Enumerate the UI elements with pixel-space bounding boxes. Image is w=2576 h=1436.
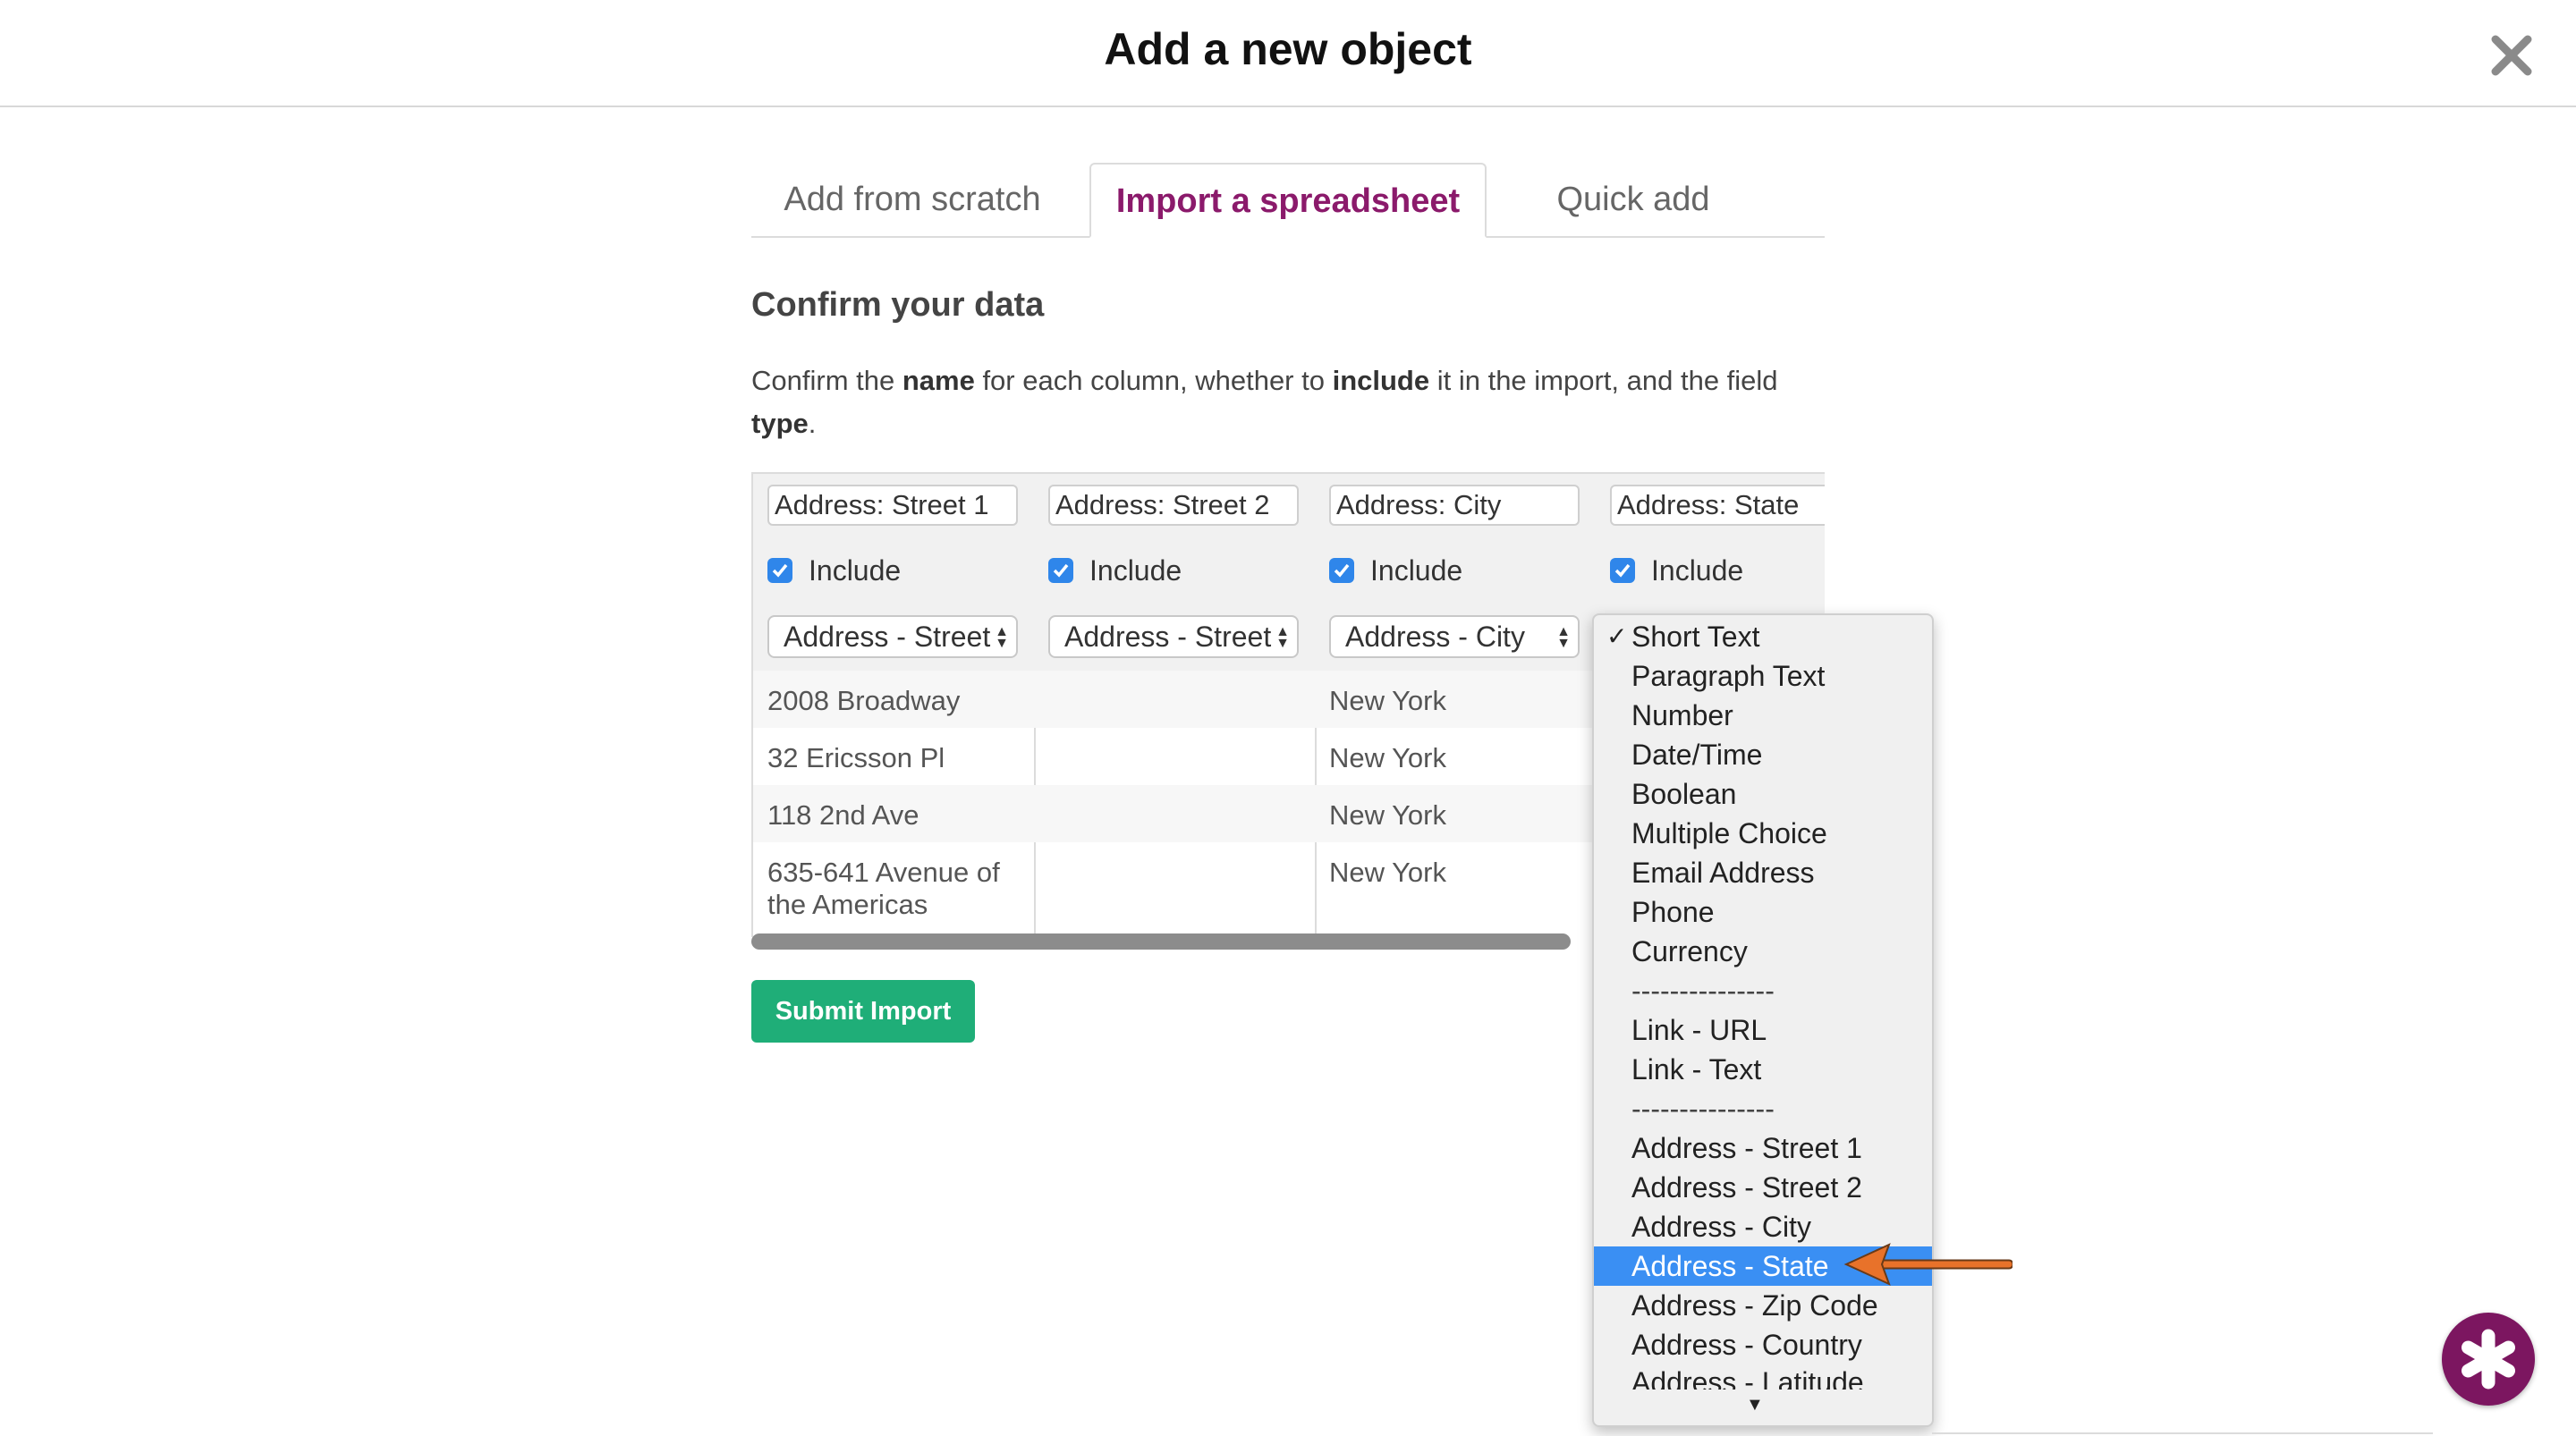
dropdown-separator: --------------- — [1631, 1093, 1775, 1125]
section-description: Confirm the name for each column, whethe… — [751, 365, 1778, 439]
field-type-select[interactable]: Address - Street ▲ ▼ — [767, 615, 1018, 658]
column-name-input[interactable]: Address: City — [1329, 485, 1580, 526]
column-name-input[interactable]: Address: Street 2 — [1048, 485, 1299, 526]
check-icon — [1053, 563, 1069, 578]
modal-header: Add a new object — [0, 0, 2576, 107]
submit-import-button[interactable]: Submit Import — [751, 980, 975, 1043]
dropdown-option[interactable]: Boolean — [1594, 774, 1932, 814]
help-button[interactable] — [2442, 1313, 2535, 1406]
dropdown-option[interactable]: Link - Text — [1594, 1050, 1932, 1089]
checkmark-icon: ✓ — [1606, 622, 1628, 650]
dropdown-option[interactable]: Address - Country — [1594, 1325, 1932, 1364]
field-type-select[interactable]: Address - City ▲ ▼ — [1329, 615, 1580, 658]
tab-import-spreadsheet[interactable]: Import a spreadsheet — [1089, 163, 1487, 238]
include-checkbox[interactable] — [767, 558, 792, 583]
import-column: Address: Street 2 Include Address - Stre… — [1034, 472, 1317, 937]
table-cell: 32 Ericsson Pl — [767, 742, 945, 773]
updown-arrows-icon: ▲ ▼ — [1275, 624, 1290, 651]
updown-arrows-icon: ▲ ▼ — [1556, 624, 1571, 651]
dropdown-option[interactable]: Multiple Choice — [1594, 814, 1932, 853]
field-type-select[interactable]: Address - Street ▲ ▼ — [1048, 615, 1299, 658]
dropdown-option[interactable]: Address - Zip Code — [1594, 1286, 1932, 1325]
include-checkbox[interactable] — [1329, 558, 1354, 583]
table-cell: New York — [1329, 685, 1446, 716]
section-title: Confirm your data — [751, 286, 1045, 324]
include-checkbox[interactable] — [1048, 558, 1073, 583]
dropdown-separator: --------------- — [1631, 975, 1775, 1007]
close-icon — [2491, 35, 2532, 76]
table-cell: New York — [1329, 799, 1446, 831]
scrollbar-thumb[interactable] — [751, 933, 1571, 950]
include-label: Include — [1370, 554, 1463, 587]
dropdown-option[interactable]: Number — [1594, 696, 1932, 735]
include-label: Include — [1651, 554, 1744, 587]
column-name-input[interactable]: Address: State — [1610, 485, 1825, 526]
dropdown-option[interactable]: Address - Latitude — [1594, 1363, 1932, 1390]
dropdown-option[interactable]: Paragraph Text — [1594, 656, 1932, 696]
dropdown-option[interactable]: Date/Time — [1594, 735, 1932, 774]
check-icon — [772, 563, 788, 578]
check-icon — [1614, 563, 1631, 578]
updown-arrows-icon: ▲ ▼ — [995, 624, 1009, 651]
table-cell: 2008 Broadway — [767, 685, 961, 716]
table-cell: New York — [1329, 742, 1446, 773]
tab-bar: Add from scratch Import a spreadsheet Qu… — [751, 163, 1825, 238]
asterisk-icon — [2462, 1329, 2515, 1390]
dropdown-option[interactable]: Email Address — [1594, 853, 1932, 892]
check-icon — [1334, 563, 1350, 578]
divider — [1932, 1432, 2433, 1434]
include-label: Include — [809, 554, 902, 587]
dropdown-option[interactable]: Address - Street 2 — [1594, 1168, 1932, 1207]
dropdown-option[interactable]: Phone — [1594, 892, 1932, 932]
modal-title: Add a new object — [1104, 24, 1472, 74]
table-cell: 118 2nd Ave — [767, 799, 919, 831]
close-button[interactable] — [2487, 30, 2537, 80]
dropdown-option[interactable]: ✓ Short Text — [1594, 617, 1932, 656]
dropdown-option[interactable]: Currency — [1594, 932, 1932, 971]
table-cell: New York — [1329, 857, 1446, 888]
include-label: Include — [1089, 554, 1182, 587]
dropdown-option[interactable]: Link - URL — [1594, 1010, 1932, 1050]
annotation-arrow-icon — [1843, 1243, 2012, 1286]
import-column: Address: Street 1 Include Address - Stre… — [751, 472, 1036, 937]
import-column: Address: City Include Address - City ▲ ▼ N… — [1315, 472, 1597, 937]
triangle-down-icon[interactable]: ▼ — [1746, 1395, 1764, 1415]
table-cell: 635-641 Avenue of the Americas — [767, 857, 1000, 920]
tab-quick-add[interactable]: Quick add — [1499, 163, 1767, 236]
field-type-dropdown[interactable]: ✓ Short Text Paragraph Text Number Date/T… — [1592, 613, 1934, 1427]
column-name-input[interactable]: Address: Street 1 — [767, 485, 1018, 526]
include-checkbox[interactable] — [1610, 558, 1635, 583]
tab-add-from-scratch[interactable]: Add from scratch — [751, 163, 1073, 236]
dropdown-option[interactable]: Address - Street 1 — [1594, 1128, 1932, 1168]
